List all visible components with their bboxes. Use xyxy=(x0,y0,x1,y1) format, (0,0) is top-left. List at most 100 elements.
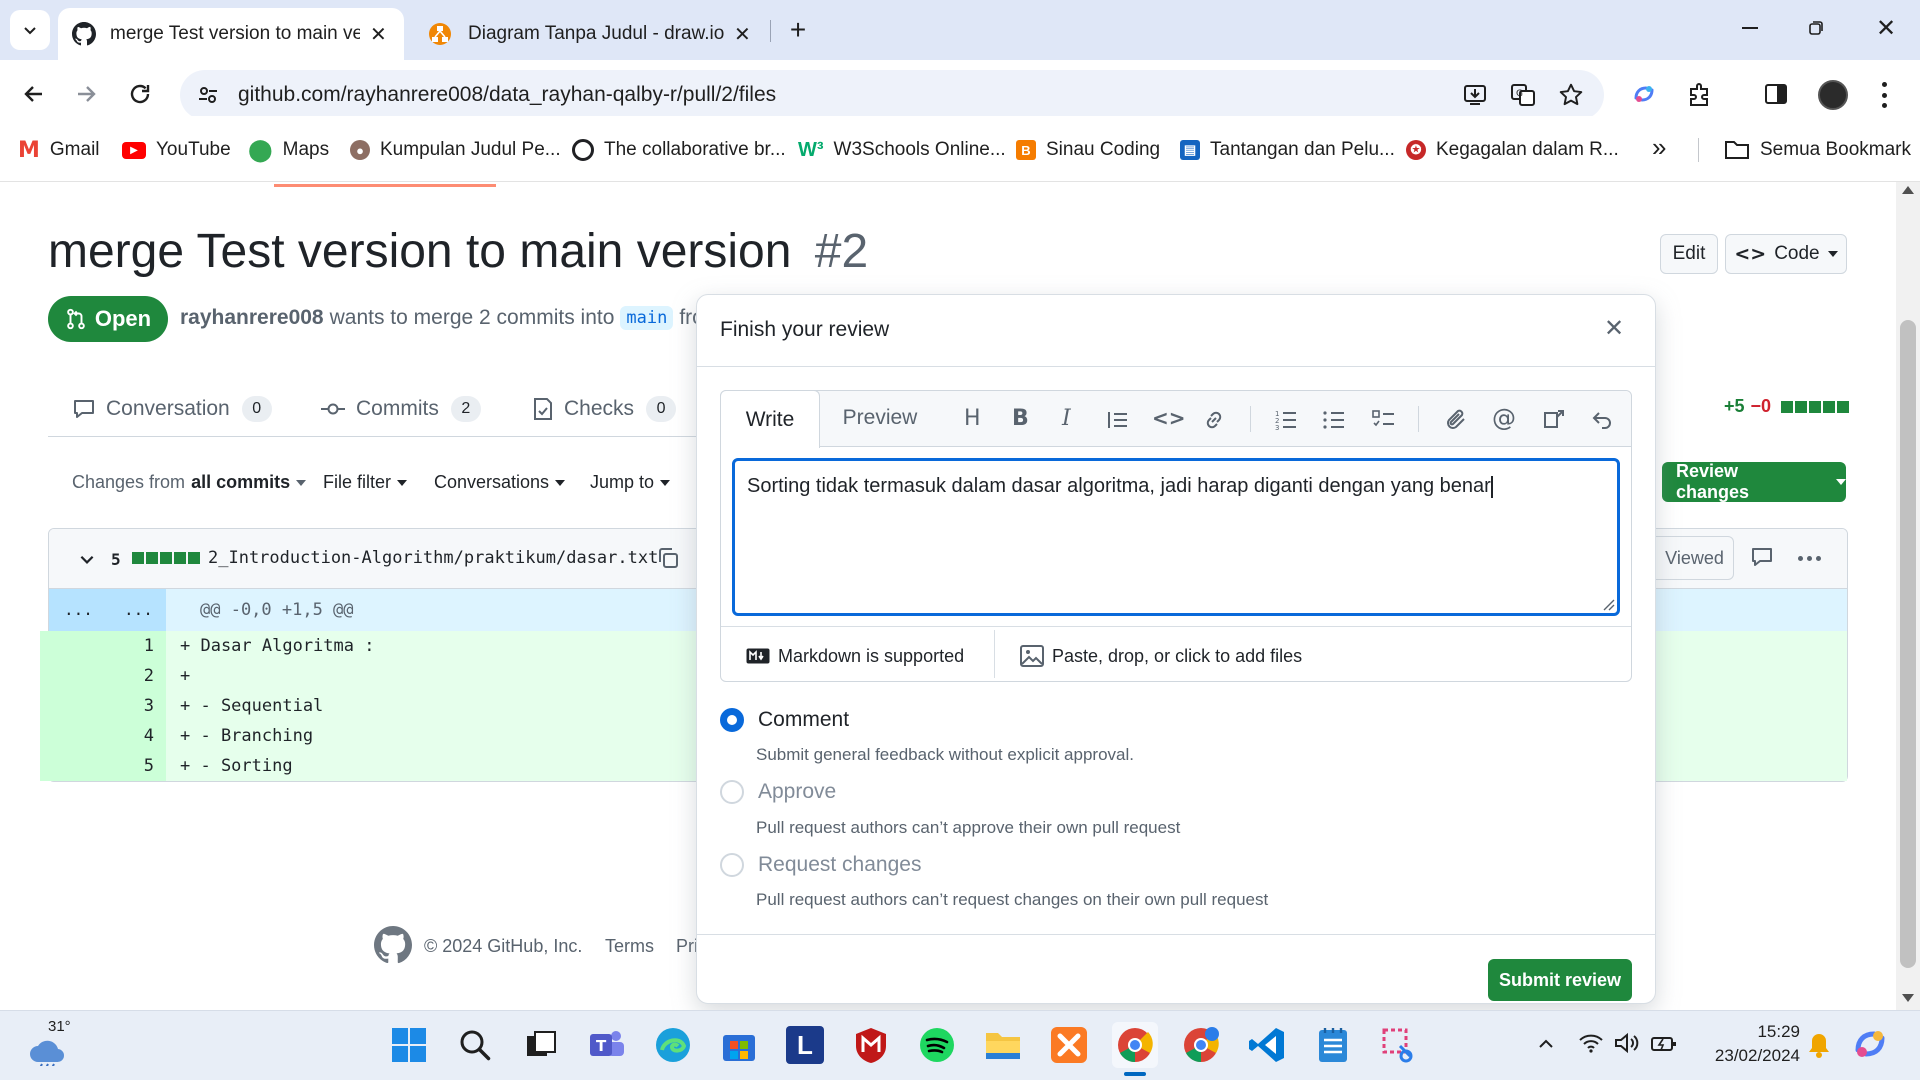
github-logo-icon[interactable] xyxy=(374,926,412,964)
scroll-down-arrow[interactable] xyxy=(1902,994,1914,1002)
resize-handle-icon[interactable] xyxy=(1601,597,1615,611)
option-comment[interactable]: Comment xyxy=(720,708,849,732)
taskbar-spotify[interactable] xyxy=(914,1022,960,1068)
wifi-icon[interactable] xyxy=(1578,1032,1604,1054)
minimize-icon[interactable] xyxy=(1736,14,1764,42)
taskbar-store[interactable] xyxy=(716,1022,762,1068)
weather-widget[interactable]: 31° xyxy=(28,1018,88,1072)
bookmark-maps[interactable]: ⬤ Maps xyxy=(248,128,329,172)
option-approve[interactable]: Approve xyxy=(720,780,836,804)
viewed-checkbox[interactable]: Viewed xyxy=(1656,536,1734,580)
unordered-list-icon[interactable] xyxy=(1322,408,1346,432)
taskbar-edge[interactable] xyxy=(650,1022,696,1068)
install-app-icon[interactable] xyxy=(1462,82,1488,108)
more-bookmarks-icon[interactable]: » xyxy=(1652,132,1666,163)
taskbar-teams[interactable]: T xyxy=(584,1022,630,1068)
taskbar-snipping[interactable] xyxy=(1376,1022,1422,1068)
taskbar-vscode[interactable] xyxy=(1244,1022,1290,1068)
heading-icon[interactable]: H xyxy=(964,406,981,431)
browser-tab-drawio[interactable]: Diagram Tanpa Judul - draw.io ✕ xyxy=(418,8,758,60)
tab-preview[interactable]: Preview xyxy=(834,390,926,446)
bookmark-sinau-coding[interactable]: B Sinau Coding xyxy=(1016,128,1160,172)
edit-button[interactable]: Edit xyxy=(1660,234,1718,274)
taskbar-chrome-profile[interactable] xyxy=(1178,1022,1224,1068)
taskbar-chrome-active[interactable] xyxy=(1112,1022,1158,1068)
bookmark-kegagalan[interactable]: ✪ Kegagalan dalam R... xyxy=(1406,128,1619,172)
url-text[interactable]: github.com/rayhanrere008/data_rayhan-qal… xyxy=(238,83,776,107)
copy-icon[interactable] xyxy=(656,546,680,570)
markdown-note[interactable]: Markdown is supported xyxy=(746,636,964,676)
taskbar-mcafee[interactable] xyxy=(848,1022,894,1068)
taskbar-task-view[interactable] xyxy=(518,1022,564,1068)
quote-icon[interactable] xyxy=(1106,408,1130,432)
translate-icon[interactable]: G xyxy=(1510,82,1536,108)
scrollbar-thumb[interactable] xyxy=(1900,320,1916,968)
avatar[interactable] xyxy=(1818,80,1848,110)
copilot-taskbar-icon[interactable] xyxy=(1852,1026,1888,1062)
conversations-dropdown[interactable]: Conversations xyxy=(434,472,566,493)
line-number[interactable]: 4 xyxy=(40,721,166,751)
bookmark-w3schools[interactable]: W³ W3Schools Online... xyxy=(798,128,1006,172)
tab-search-button[interactable] xyxy=(10,10,50,50)
option-request-changes[interactable]: Request changes xyxy=(720,853,921,877)
author-link[interactable]: rayhanrere008 xyxy=(180,306,324,330)
clock[interactable]: 15:29 23/02/2024 xyxy=(1700,1020,1800,1068)
footer-terms-link[interactable]: Terms xyxy=(605,936,654,957)
comment-icon[interactable] xyxy=(1750,546,1774,568)
battery-icon[interactable] xyxy=(1650,1034,1678,1054)
extensions-icon[interactable] xyxy=(1686,80,1714,108)
taskbar-xampp[interactable] xyxy=(1046,1022,1092,1068)
tab-write[interactable]: Write xyxy=(720,390,820,448)
tray-chevron-icon[interactable] xyxy=(1536,1034,1556,1054)
comment-textarea[interactable]: Sorting tidak termasuk dalam dasar algor… xyxy=(732,458,1620,616)
restore-icon[interactable] xyxy=(1802,14,1830,42)
taskbar-l-app[interactable]: L xyxy=(782,1022,828,1068)
link-icon[interactable] xyxy=(1202,408,1226,432)
start-button[interactable] xyxy=(386,1022,432,1068)
collapse-chevron-icon[interactable] xyxy=(78,550,96,568)
task-list-icon[interactable] xyxy=(1372,408,1396,432)
new-tab-button[interactable]: + xyxy=(780,12,816,48)
line-number[interactable]: 2 xyxy=(40,661,166,691)
hunk-expand-right[interactable]: ... xyxy=(124,600,153,619)
line-number[interactable]: 3 xyxy=(40,691,166,721)
star-icon[interactable] xyxy=(1558,82,1584,108)
reload-icon[interactable] xyxy=(124,78,156,110)
back-icon[interactable] xyxy=(18,78,50,110)
window-close-icon[interactable]: ✕ xyxy=(1870,12,1902,44)
volume-icon[interactable] xyxy=(1614,1032,1640,1054)
attach-files-button[interactable]: Paste, drop, or click to add files xyxy=(1020,636,1302,676)
all-bookmarks[interactable]: Semua Bookmark xyxy=(1724,128,1911,172)
file-filter-dropdown[interactable]: File filter xyxy=(323,472,408,493)
side-panel-icon[interactable] xyxy=(1764,82,1788,106)
taskbar-notepad[interactable] xyxy=(1310,1022,1356,1068)
code-icon[interactable]: <> xyxy=(1152,406,1186,430)
radio-approve[interactable] xyxy=(720,780,744,804)
tab-checks[interactable]: Checks 0 xyxy=(532,396,677,422)
footer-privacy-link[interactable]: Pri xyxy=(676,936,698,957)
ordered-list-icon[interactable]: 123 xyxy=(1274,408,1298,432)
base-branch[interactable]: main xyxy=(620,306,674,330)
site-settings-icon[interactable] xyxy=(196,83,220,107)
taskbar-file-explorer[interactable] xyxy=(980,1022,1026,1068)
file-path[interactable]: 2_Introduction-Algorithm/praktikum/dasar… xyxy=(208,548,658,568)
hunk-expand-left[interactable]: ... xyxy=(64,600,93,619)
menu-icon[interactable] xyxy=(1880,82,1888,108)
bookmark-kumpulan-judul[interactable]: ● Kumpulan Judul Pe... xyxy=(350,128,561,172)
bookmark-gmail[interactable]: M Gmail xyxy=(18,128,100,172)
attach-icon[interactable] xyxy=(1444,408,1468,432)
mention-icon[interactable]: @ xyxy=(1492,404,1516,432)
review-changes-button[interactable]: Review changes xyxy=(1662,461,1846,502)
kebab-menu-icon[interactable] xyxy=(1798,556,1821,561)
taskbar-search[interactable] xyxy=(452,1022,498,1068)
bold-icon[interactable]: B xyxy=(1012,406,1029,431)
bookmark-youtube[interactable]: ▶ YouTube xyxy=(122,128,231,172)
line-number[interactable]: 1 xyxy=(40,631,166,661)
browser-tab-active[interactable]: merge Test version to main vers ✕ xyxy=(58,8,404,60)
submit-review-button[interactable]: Submit review xyxy=(1488,959,1632,1001)
close-icon[interactable]: ✕ xyxy=(1604,314,1624,343)
italic-icon[interactable]: I xyxy=(1062,406,1071,431)
line-number[interactable]: 5 xyxy=(40,751,166,781)
bookmark-collaborative[interactable]: The collaborative br... xyxy=(572,128,786,172)
undo-icon[interactable] xyxy=(1590,408,1614,432)
